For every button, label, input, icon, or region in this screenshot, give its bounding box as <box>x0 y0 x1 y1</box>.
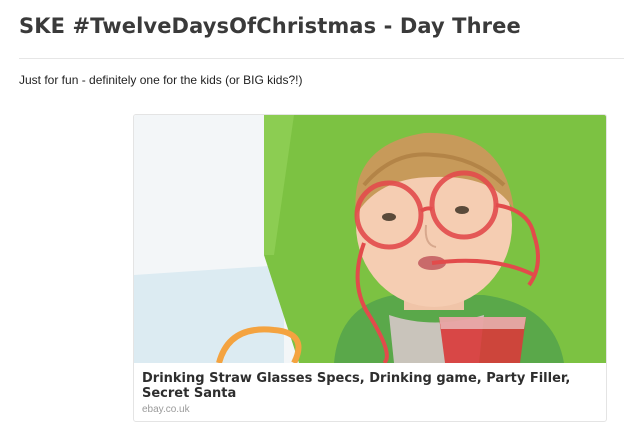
title-divider <box>19 58 624 59</box>
post-body-text: Just for fun - definitely one for the ki… <box>19 73 303 87</box>
link-preview-title[interactable]: Drinking Straw Glasses Specs, Drinking g… <box>142 371 592 401</box>
link-preview-source: ebay.co.uk <box>142 404 190 415</box>
post-title: SKE #TwelveDaysOfChristmas - Day Three <box>19 14 521 38</box>
link-preview-card[interactable]: Drinking Straw Glasses Specs, Drinking g… <box>133 114 607 422</box>
link-preview-image[interactable] <box>134 115 606 363</box>
